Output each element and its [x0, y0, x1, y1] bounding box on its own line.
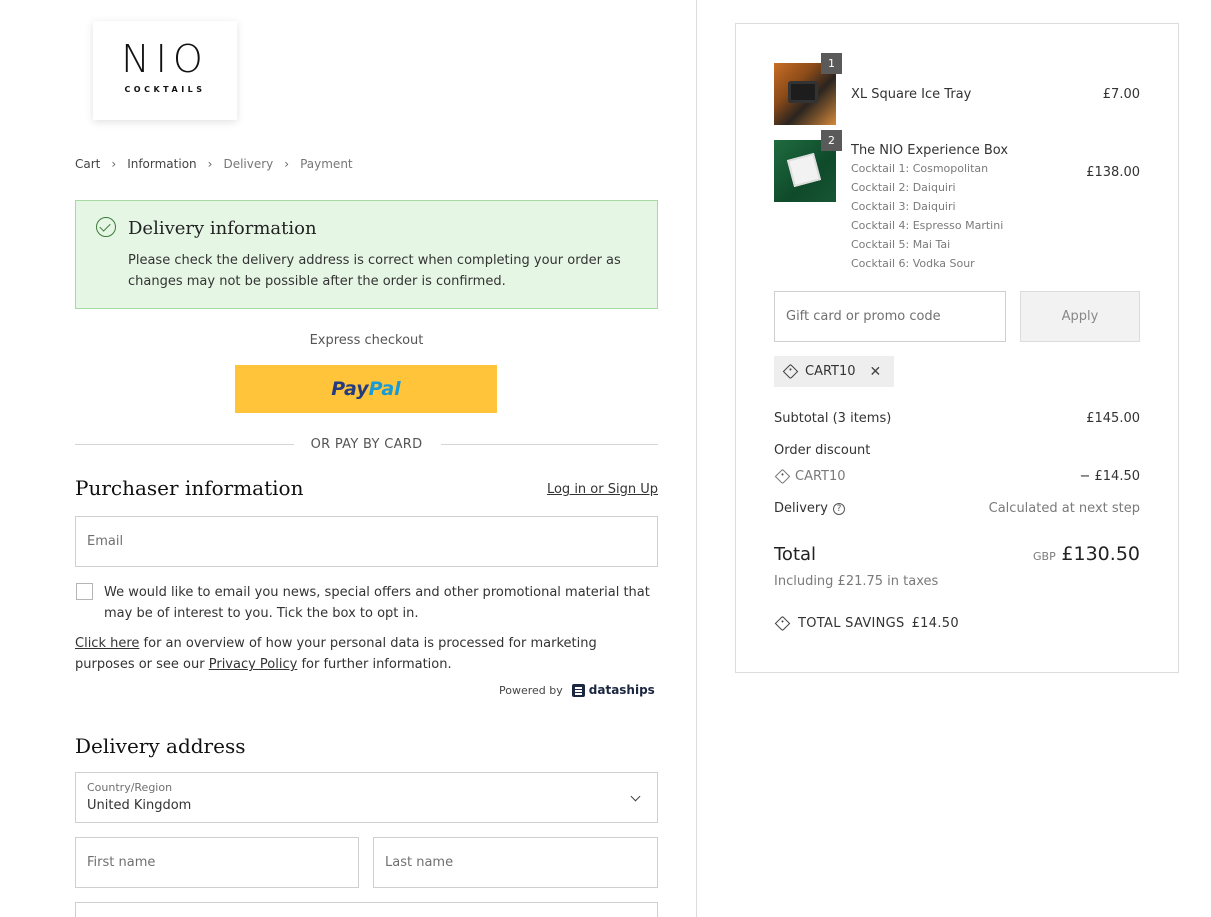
breadcrumb-delivery: Delivery: [223, 157, 274, 171]
tag-icon: [774, 468, 791, 485]
discount-value: − £14.50: [1079, 469, 1140, 484]
item-name: XL Square Ice Tray: [851, 87, 972, 102]
breadcrumb-information: Information: [127, 157, 197, 171]
click-here-link[interactable]: Click here: [75, 636, 139, 651]
chevron-right-icon: ›: [207, 157, 213, 171]
breadcrumb-payment: Payment: [300, 157, 353, 171]
chevron-right-icon: ›: [284, 157, 290, 171]
promo-code-input[interactable]: [774, 291, 1006, 342]
column-divider: [696, 0, 697, 917]
delivery-label-row: Delivery?: [774, 501, 845, 516]
applied-discount-chip: CART10 ✕: [774, 356, 894, 387]
country-label: Country/Region: [87, 781, 173, 794]
total-savings: TOTAL SAVINGS £14.50: [774, 615, 959, 632]
applied-code: CART10: [805, 364, 856, 379]
total-label: Total: [774, 544, 817, 565]
alert-title: Delivery information: [128, 218, 317, 239]
dataships-wordmark: dataships: [588, 683, 655, 697]
item-detail: Cocktail 2: Daiquiri: [851, 181, 956, 194]
item-detail: Cocktail 5: Mai Tai: [851, 238, 951, 251]
item-price: £138.00: [1086, 165, 1140, 180]
paypal-button[interactable]: PayPal: [235, 365, 497, 413]
subtotal-value: £145.00: [1086, 411, 1140, 426]
privacy-policy-link[interactable]: Privacy Policy: [209, 657, 298, 672]
alert-text: Please check the delivery address is cor…: [128, 253, 621, 289]
logo-subtitle: COCKTAILS: [124, 85, 206, 94]
delivery-value: Calculated at next step: [988, 501, 1140, 516]
item-detail: Cocktail 4: Espresso Martini: [851, 219, 1004, 232]
close-icon[interactable]: ✕: [870, 364, 882, 380]
privacy-notice: Click here for an overview of how your p…: [75, 633, 658, 675]
chevron-right-icon: ›: [111, 157, 117, 171]
subtotal-label: Subtotal (3 items): [774, 411, 892, 426]
marketing-optin-text: We would like to email you news, special…: [104, 585, 650, 621]
last-name-field[interactable]: [373, 837, 658, 888]
delivery-address-title: Delivery address: [75, 734, 246, 758]
breadcrumb: Cart › Information › Delivery › Payment: [75, 157, 353, 171]
chevron-down-icon: [630, 791, 641, 802]
address-field[interactable]: [75, 902, 658, 917]
store-logo[interactable]: NIO COCKTAILS: [93, 21, 237, 120]
express-checkout-label: Express checkout: [309, 333, 424, 348]
purchaser-info-title: Purchaser information: [75, 476, 304, 500]
savings-label: TOTAL SAVINGS: [798, 616, 905, 631]
item-detail: Cocktail 6: Vodka Sour: [851, 257, 975, 270]
quantity-badge: 2: [821, 130, 842, 151]
savings-value: £14.50: [911, 616, 959, 631]
tag-icon: [782, 363, 799, 380]
marketing-optin-checkbox[interactable]: [76, 583, 93, 600]
item-price: £7.00: [1102, 87, 1140, 102]
item-detail: Cocktail 3: Daiquiri: [851, 200, 956, 213]
paypal-logo-pay: Pay: [331, 378, 369, 400]
total-currency: GBP: [1033, 550, 1056, 563]
total-value: £130.50: [1061, 543, 1140, 565]
privacy-notice-end: for further information.: [297, 657, 452, 672]
login-signup-link[interactable]: Log in or Sign Up: [547, 482, 658, 497]
tag-icon: [774, 615, 791, 632]
or-divider: OR PAY BY CARD: [75, 437, 658, 453]
checkout-form-column: NIO COCKTAILS Cart › Information › Deliv…: [0, 0, 697, 917]
country-value: United Kingdom: [87, 798, 192, 813]
delivery-label: Delivery: [774, 501, 828, 516]
delivery-info-alert: Delivery information Please check the de…: [75, 200, 658, 309]
powered-by-label: Powered by: [499, 683, 563, 697]
country-select[interactable]: Country/Region United Kingdom: [75, 772, 658, 823]
quantity-badge: 1: [821, 53, 842, 74]
divider-line: [441, 444, 658, 445]
dataships-icon: [571, 683, 585, 697]
paypal-logo-pal: Pal: [368, 378, 401, 400]
discount-code-row: CART10: [774, 468, 846, 485]
apply-button[interactable]: Apply: [1020, 291, 1140, 342]
discount-code: CART10: [795, 469, 846, 484]
logo-wordmark: NIO: [121, 37, 209, 81]
help-icon[interactable]: ?: [832, 503, 845, 515]
first-name-field[interactable]: [75, 837, 359, 888]
order-discount-label: Order discount: [774, 443, 871, 458]
taxes-note: Including £21.75 in taxes: [774, 574, 939, 589]
breadcrumb-cart[interactable]: Cart: [75, 157, 100, 171]
email-field[interactable]: [75, 516, 658, 567]
check-circle-icon: [96, 217, 116, 237]
item-name: The NIO Experience Box: [851, 143, 1009, 158]
powered-by-dataships: Powered by dataships: [499, 683, 655, 697]
item-detail: Cocktail 1: Cosmopolitan: [851, 162, 989, 175]
